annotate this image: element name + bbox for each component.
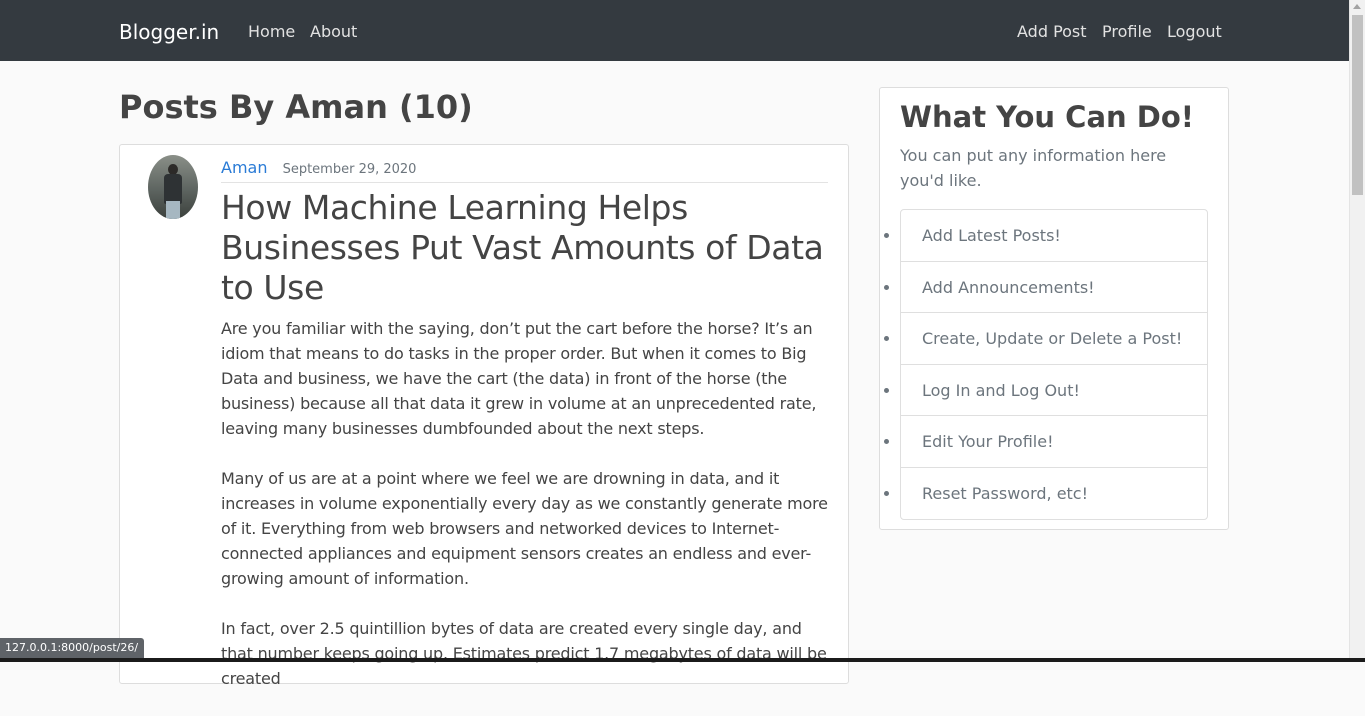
post-paragraph: In fact, over 2.5 quintillion bytes of d… bbox=[221, 619, 827, 688]
vertical-scrollbar[interactable] bbox=[1349, 0, 1365, 662]
sidebar-list-item: Reset Password, etc! bbox=[901, 468, 1207, 520]
avatar-person-legs bbox=[166, 201, 180, 219]
page-title: Posts By Aman (10) bbox=[119, 88, 473, 126]
nav-profile-link[interactable]: Profile bbox=[1102, 22, 1152, 41]
sidebar-list-item: Add Announcements! bbox=[901, 262, 1207, 313]
scroll-up-arrow-icon[interactable] bbox=[1353, 4, 1361, 9]
window-bottom-border bbox=[0, 658, 1365, 662]
sidebar-title: What You Can Do! bbox=[900, 100, 1194, 134]
author-avatar[interactable] bbox=[148, 155, 198, 219]
post-meta: Aman September 29, 2020 bbox=[221, 158, 828, 183]
sidebar-list-item: Log In and Log Out! bbox=[901, 365, 1207, 416]
sidebar-list-item: Create, Update or Delete a Post! bbox=[901, 313, 1207, 365]
sidebar-list-item: Add Latest Posts! bbox=[901, 210, 1207, 262]
link-status-bubble: 127.0.0.1:8000/post/26/ bbox=[0, 638, 145, 658]
post-date: September 29, 2020 bbox=[282, 162, 417, 177]
post-paragraph: Are you familiar with the saying, don’t … bbox=[221, 319, 817, 438]
nav-logout-link[interactable]: Logout bbox=[1167, 22, 1222, 41]
nav-home-link[interactable]: Home bbox=[248, 22, 295, 41]
sidebar-list-item: Edit Your Profile! bbox=[901, 416, 1207, 468]
sidebar-description: You can put any information here you'd l… bbox=[900, 146, 1167, 190]
sidebar-list: Add Latest Posts! Add Announcements! Cre… bbox=[900, 209, 1208, 520]
nav-add-post-link[interactable]: Add Post bbox=[1017, 22, 1087, 41]
post-content: Are you familiar with the saying, don’t … bbox=[221, 316, 831, 716]
post-title-link[interactable]: How Machine Learning Helps Businesses Pu… bbox=[221, 188, 831, 308]
navbar: Blogger.in Home About Add Post Profile L… bbox=[0, 0, 1349, 61]
nav-about-link[interactable]: About bbox=[310, 22, 357, 41]
post-card: Aman September 29, 2020 How Machine Lear… bbox=[119, 144, 849, 688]
scrollbar-thumb[interactable] bbox=[1352, 15, 1363, 195]
avatar-person-body bbox=[164, 174, 182, 204]
brand-link[interactable]: Blogger.in bbox=[119, 20, 219, 44]
author-link[interactable]: Aman bbox=[221, 158, 267, 177]
post-paragraph: Many of us are at a point where we feel … bbox=[221, 469, 828, 588]
sidebar-card: What You Can Do! You can put any informa… bbox=[879, 87, 1229, 530]
